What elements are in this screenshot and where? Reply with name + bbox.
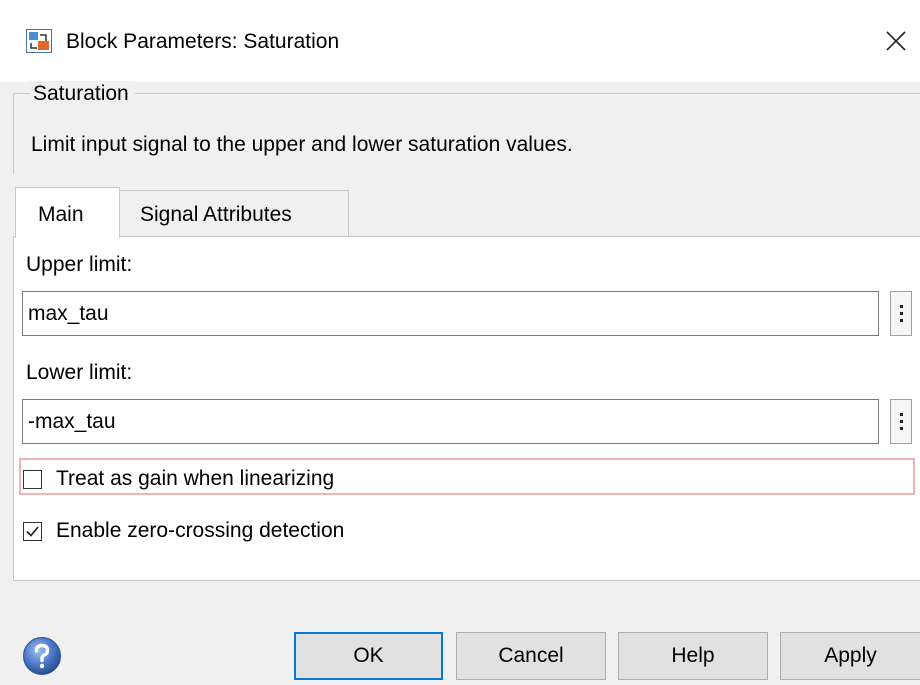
zero-crossing-label: Enable zero-crossing detection	[56, 519, 345, 542]
treat-as-gain-checkbox[interactable]	[23, 469, 42, 489]
title-bar[interactable]: Block Parameters: Saturation	[0, 0, 920, 82]
close-button[interactable]	[878, 22, 914, 60]
tab-signal-attributes[interactable]: Signal Attributes	[119, 190, 349, 237]
zero-crossing-checkbox[interactable]	[23, 521, 42, 541]
tab-main-label: Main	[38, 203, 84, 226]
checkmark-icon	[26, 525, 39, 537]
ok-button[interactable]: OK	[294, 632, 443, 680]
lower-limit-input[interactable]	[22, 399, 879, 444]
upper-limit-input[interactable]	[22, 291, 879, 336]
treat-as-gain-option[interactable]: Treat as gain when linearizing	[23, 466, 334, 492]
treat-as-gain-label: Treat as gain when linearizing	[56, 467, 335, 490]
help-button[interactable]: Help	[618, 632, 768, 680]
cancel-button[interactable]: Cancel	[456, 632, 606, 680]
block-parameters-dialog: Block Parameters: Saturation Saturation …	[0, 0, 920, 685]
group-title: Saturation	[30, 81, 135, 107]
lower-limit-menu-button[interactable]	[890, 399, 912, 444]
block-description: Limit input signal to the upper and lowe…	[31, 133, 573, 156]
zero-crossing-option[interactable]: Enable zero-crossing detection	[23, 518, 344, 544]
upper-limit-label: Upper limit:	[26, 253, 133, 276]
simulink-block-icon	[26, 29, 52, 53]
help-question-icon[interactable]	[22, 636, 62, 676]
upper-limit-menu-button[interactable]	[890, 291, 912, 336]
close-icon	[886, 31, 906, 51]
tab-signal-attributes-label: Signal Attributes	[140, 203, 292, 226]
apply-button[interactable]: Apply	[780, 632, 920, 680]
window-title: Block Parameters: Saturation	[66, 30, 340, 53]
tab-main[interactable]: Main	[15, 187, 120, 238]
lower-limit-label: Lower limit:	[26, 361, 133, 384]
